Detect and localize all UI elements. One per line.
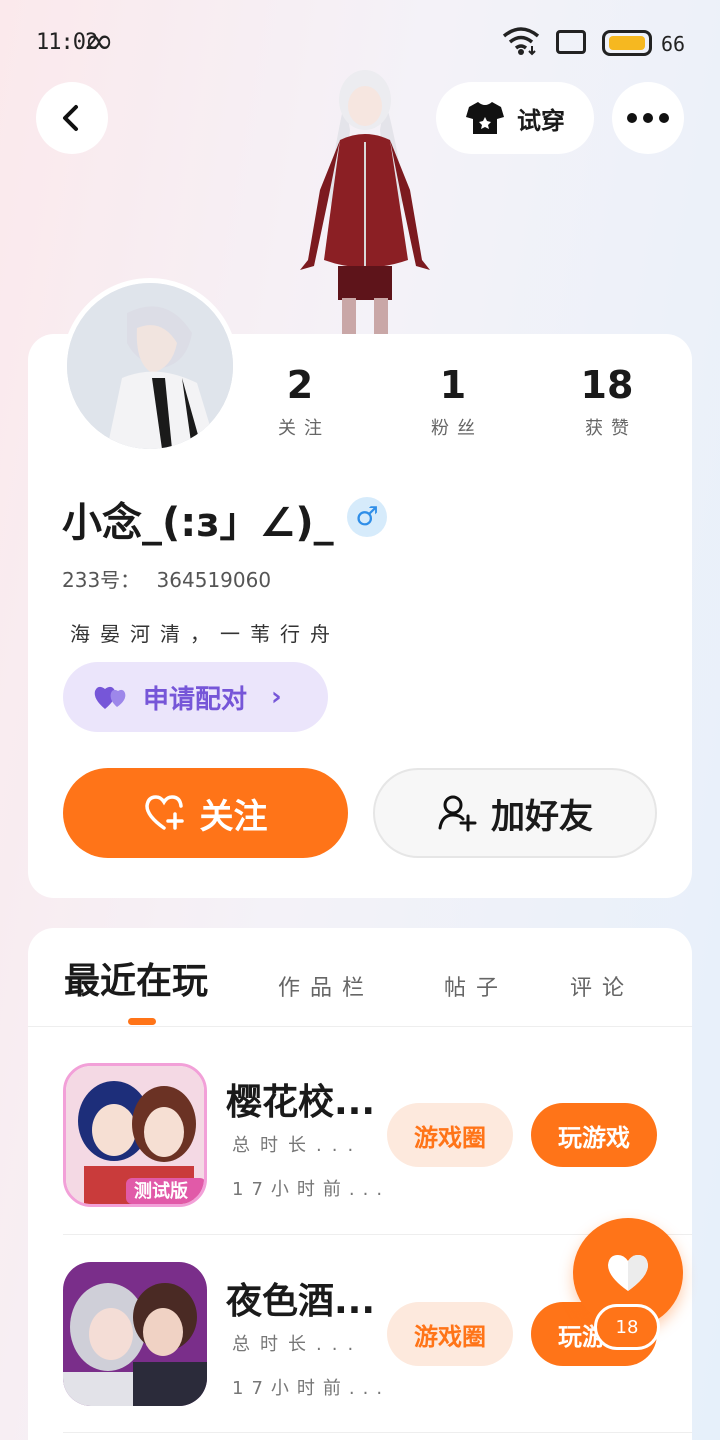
more-button[interactable] (612, 82, 684, 154)
stat-likes[interactable]: 18 获赞 (547, 360, 667, 440)
username: 小念_(:з」∠)_ (62, 500, 334, 546)
tab-divider (28, 1026, 692, 1027)
battery-icon (602, 30, 652, 56)
follow-label: 关注 (199, 796, 268, 837)
gender-male-icon: ♂ (347, 497, 387, 537)
back-button[interactable] (36, 82, 108, 154)
stat-following[interactable]: 2 关注 (240, 360, 360, 440)
avatar-3d-figure[interactable] (290, 70, 440, 336)
user-motto: 海晏河清，一苇行舟 (70, 622, 340, 646)
stat-following-label: 关注 (278, 418, 330, 439)
stat-following-value: 2 (286, 363, 314, 407)
game-title: 樱花校... (226, 1082, 376, 1123)
chevron-right-icon: › (271, 682, 282, 712)
loop-icon: ∞ (84, 21, 114, 62)
stat-likes-value: 18 (580, 363, 634, 407)
heart-plus-icon (144, 795, 184, 830)
game-badge-text: 测试版 (134, 1180, 188, 1202)
add-friend-label: 加好友 (491, 796, 593, 837)
follow-button[interactable]: 关注 (63, 768, 348, 858)
stat-fans-value: 1 (439, 363, 467, 407)
game-last-played: 17小时前... (232, 1179, 391, 1200)
game-circle-button[interactable]: 游戏圈 (387, 1302, 513, 1366)
game-title: 夜色酒... (226, 1281, 376, 1322)
tryon-button[interactable]: 试穿 (436, 82, 594, 154)
user-id[interactable]: 233号： 364519060 (62, 564, 271, 593)
tab-active-indicator (128, 1018, 156, 1025)
tryon-label: 试穿 (517, 106, 565, 135)
game-icon-night-bar[interactable] (63, 1262, 207, 1406)
stat-fans-label: 粉丝 (431, 418, 483, 439)
hearts-icon (94, 686, 126, 709)
stat-fans[interactable]: 1 粉丝 (393, 360, 513, 440)
game-circle-button[interactable]: 游戏圈 (387, 1103, 513, 1167)
avatar-image (67, 283, 233, 449)
pair-label: 申请配对 (143, 684, 248, 715)
tab-recent-played[interactable]: 最近在玩 (64, 952, 208, 1004)
wifi-icon (502, 27, 540, 56)
more-dots-icon (627, 113, 669, 123)
heart-icon (608, 1255, 648, 1291)
game-last-played: 17小时前... (232, 1378, 391, 1399)
add-user-icon (438, 795, 477, 832)
tab-posts[interactable]: 帖子 (444, 970, 508, 1002)
tab-comments[interactable]: 评论 (570, 970, 634, 1002)
game-icon-sakura[interactable]: 测试版 (63, 1063, 207, 1207)
game-icon-image (63, 1262, 207, 1406)
tab-works[interactable]: 作品栏 (278, 970, 374, 1002)
game-icon-image: 测试版 (66, 1066, 204, 1204)
user-id-label: 233号： (62, 568, 141, 592)
add-friend-button[interactable]: 加好友 (373, 768, 657, 858)
user-id-value: 364519060 (156, 568, 272, 592)
battery-level (609, 36, 645, 50)
screen-icon (556, 30, 586, 54)
game-total-time: 总时长... (232, 1135, 364, 1156)
like-count-badge: 18 (594, 1304, 660, 1350)
pair-request-button[interactable]: 申请配对 › (63, 662, 328, 732)
back-arrow-icon (63, 105, 78, 131)
game-total-time: 总时长... (232, 1334, 364, 1355)
row-divider (63, 1432, 692, 1433)
tshirt-icon (466, 102, 504, 134)
battery-percent: 66 (661, 32, 686, 56)
play-game-button[interactable]: 玩游戏 (531, 1103, 657, 1167)
stat-likes-label: 获赞 (585, 418, 637, 439)
avatar[interactable] (62, 278, 238, 454)
